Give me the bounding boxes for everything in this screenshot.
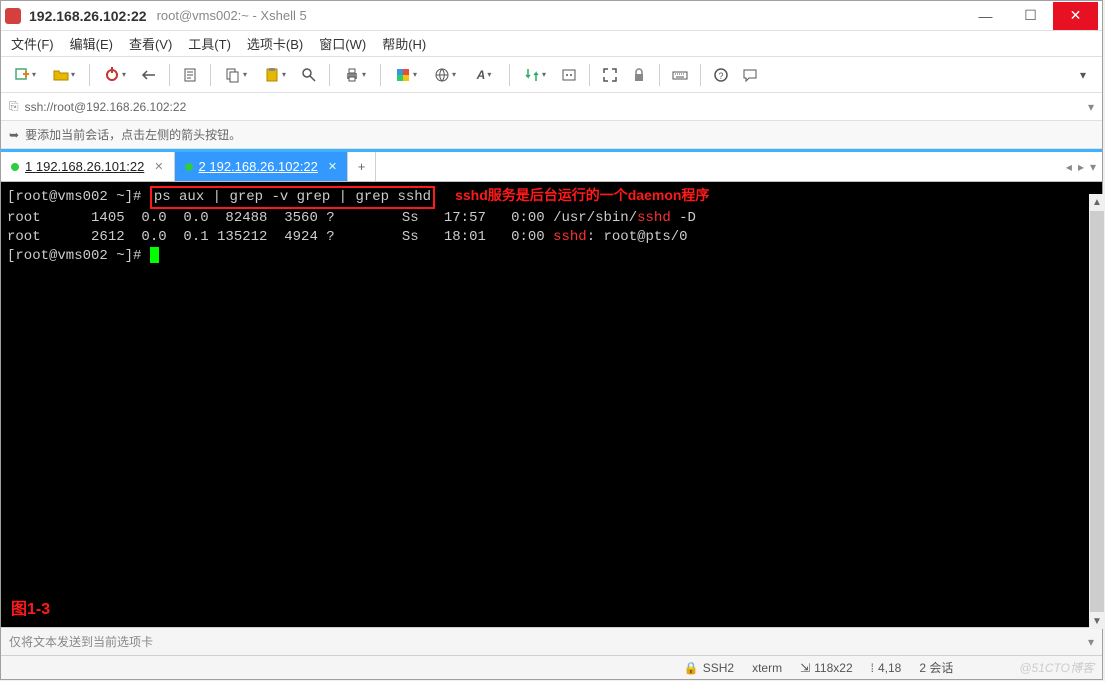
address-icon: ⎘ (9, 99, 19, 114)
app-icon (5, 8, 21, 24)
status-size: ⇲ 118x22 (800, 661, 853, 675)
copy-button[interactable] (218, 62, 254, 88)
shell-prompt: [root@vms002 ~]# (7, 248, 150, 264)
tab-close-icon[interactable]: ✕ (328, 160, 337, 173)
send-bar[interactable]: 仅将文本发送到当前选项卡 ▾ (1, 627, 1102, 655)
tab-close-icon[interactable]: ✕ (154, 160, 163, 173)
toolbar: A ? ▾ (1, 57, 1102, 93)
menu-help[interactable]: 帮助(H) (382, 34, 426, 53)
menu-tabs[interactable]: 选项卡(B) (247, 34, 303, 53)
title-bar: 192.168.26.102:22 root@vms002:~ - Xshell… (1, 1, 1102, 31)
fullscreen-button[interactable] (597, 62, 623, 88)
paste-button[interactable] (257, 62, 293, 88)
encoding-button[interactable] (427, 62, 463, 88)
address-bar: ⎘ ssh://root@192.168.26.102:22 ▾ (1, 93, 1102, 121)
minimize-button[interactable]: — (963, 2, 1008, 30)
session-tab-1[interactable]: 1 192.168.26.101:22 ✕ (1, 152, 175, 181)
script-button[interactable] (556, 62, 582, 88)
menu-bar: 文件(F) 编辑(E) 查看(V) 工具(T) 选项卡(B) 窗口(W) 帮助(… (1, 31, 1102, 57)
terminal[interactable]: [root@vms002 ~]# ps aux | grep -v grep |… (1, 182, 1102, 627)
print-button[interactable] (337, 62, 373, 88)
menu-edit[interactable]: 编辑(E) (70, 34, 113, 53)
lock-button[interactable] (626, 62, 652, 88)
status-protocol: 🔒 SSH2 (684, 661, 734, 675)
status-dot-icon (11, 163, 19, 171)
disconnect-button[interactable] (136, 62, 162, 88)
new-session-button[interactable] (7, 62, 43, 88)
send-dropdown-icon[interactable]: ▾ (1088, 635, 1094, 649)
output-line: root 2612 0.0 0.1 135212 4924 ? Ss 18:01… (7, 229, 688, 245)
help-button[interactable]: ? (708, 62, 734, 88)
tab-nav-right-icon[interactable]: ▸ (1078, 160, 1084, 174)
menu-file[interactable]: 文件(F) (11, 34, 54, 53)
status-dot-icon (185, 163, 193, 171)
shell-prompt: [root@vms002 ~]# (7, 189, 150, 205)
close-button[interactable]: ✕ (1053, 2, 1098, 30)
status-term: xterm (752, 661, 782, 675)
menu-window[interactable]: 窗口(W) (319, 34, 366, 53)
cursor (150, 247, 159, 263)
menu-view[interactable]: 查看(V) (129, 34, 172, 53)
properties-button[interactable] (177, 62, 203, 88)
status-sessions: 2 会话 (919, 659, 953, 676)
output-line: root 1405 0.0 0.0 82488 3560 ? Ss 17:57 … (7, 210, 696, 226)
tab-nav-left-icon[interactable]: ◂ (1066, 160, 1072, 174)
status-position: ⁞ 4,18 (871, 661, 902, 675)
highlighted-command: ps aux | grep -v grep | grep sshd (150, 186, 435, 209)
scroll-down-icon[interactable]: ▼ (1089, 613, 1105, 629)
tab-list-icon[interactable]: ▾ (1090, 160, 1096, 174)
window-subtitle: root@vms002:~ - Xshell 5 (157, 8, 307, 23)
status-bar: 🔒 SSH2 xterm ⇲ 118x22 ⁞ 4,18 2 会话 @51CTO… (1, 655, 1102, 679)
add-session-icon[interactable]: ➥ (9, 128, 19, 142)
window-title: 192.168.26.102:22 (29, 8, 147, 24)
watermark: @51CTO博客 (1019, 659, 1094, 676)
svg-text:?: ? (718, 71, 723, 81)
scroll-thumb[interactable] (1090, 211, 1104, 612)
open-session-button[interactable] (46, 62, 82, 88)
maximize-button[interactable]: ☐ (1008, 2, 1053, 30)
terminal-scrollbar[interactable]: ▲ ▼ (1089, 194, 1105, 629)
menu-tools[interactable]: 工具(T) (188, 34, 231, 53)
color-scheme-button[interactable] (388, 62, 424, 88)
hint-bar: ➥ 要添加当前会话，点击左侧的箭头按钮。 (1, 121, 1102, 149)
keyboard-button[interactable] (667, 62, 693, 88)
new-tab-button[interactable]: + (348, 152, 376, 181)
hint-text: 要添加当前会话，点击左侧的箭头按钮。 (25, 126, 241, 143)
figure-label: 图1-3 (11, 599, 50, 621)
tab-strip: 1 192.168.26.101:22 ✕ 2 192.168.26.102:2… (1, 152, 1102, 182)
send-placeholder: 仅将文本发送到当前选项卡 (9, 633, 153, 650)
address-text[interactable]: ssh://root@192.168.26.102:22 (25, 100, 1088, 114)
chat-button[interactable] (737, 62, 763, 88)
reconnect-button[interactable] (97, 62, 133, 88)
scroll-up-icon[interactable]: ▲ (1089, 194, 1105, 210)
font-button[interactable]: A (466, 62, 502, 88)
address-dropdown[interactable]: ▾ (1088, 100, 1094, 114)
find-button[interactable] (296, 62, 322, 88)
session-tab-2[interactable]: 2 192.168.26.102:22 ✕ (175, 152, 349, 181)
annotation-text: sshd服务是后台运行的一个daemon程序 (455, 187, 709, 203)
transfer-button[interactable] (517, 62, 553, 88)
toolbar-overflow-button[interactable]: ▾ (1070, 62, 1096, 88)
